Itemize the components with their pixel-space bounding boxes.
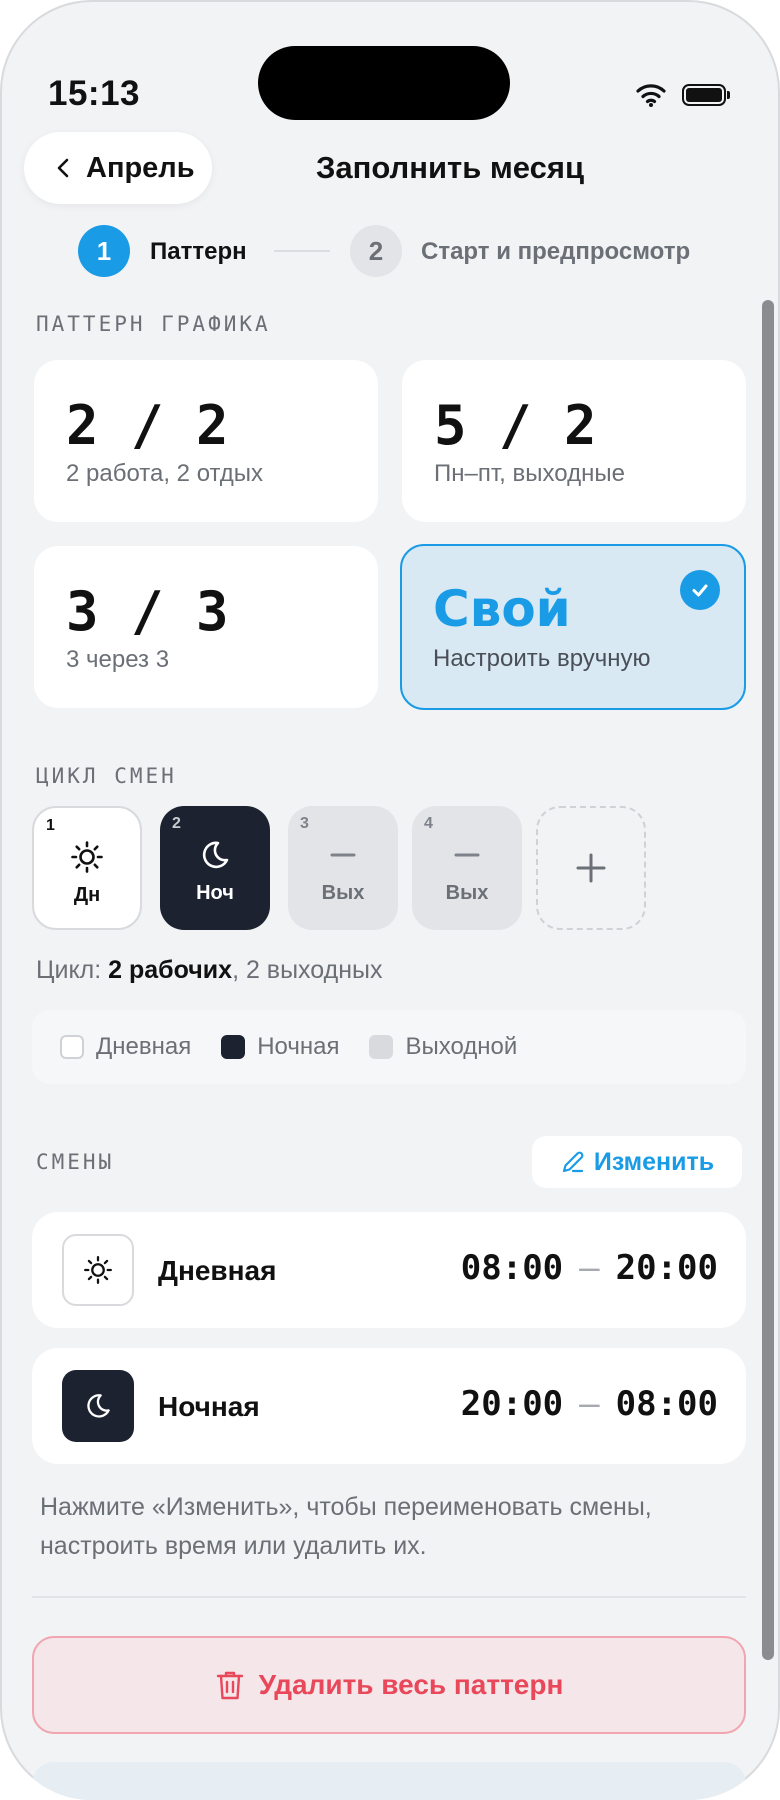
cycle-tile-3[interactable]: 3 Вых (288, 806, 398, 930)
pattern-card-title: Свой (433, 580, 571, 638)
moon-icon (62, 1370, 134, 1442)
shifts-section-label: СМЕНЫ (36, 1150, 115, 1174)
trash-icon (216, 1671, 243, 1700)
legend-label: Выходной (405, 1033, 518, 1060)
step-connector (274, 250, 330, 252)
scrollbar[interactable] (762, 300, 774, 1660)
shift-start: 20:00 (460, 1384, 564, 1424)
shift-row-day[interactable]: Дневная 08:00 — 20:00 (32, 1212, 746, 1328)
shift-name: Дневная (158, 1255, 277, 1286)
shift-time-dash: — (579, 1248, 600, 1288)
legend-swatch-day (60, 1035, 84, 1059)
wifi-icon (636, 84, 666, 107)
step-2-indicator[interactable]: 2 (350, 225, 402, 277)
pattern-card-2-2[interactable]: 2 / 2 2 работа, 2 отдых (34, 360, 378, 522)
shift-end: 20:00 (615, 1248, 718, 1288)
tile-label: Ноч (196, 882, 234, 904)
tile-number: 2 (172, 815, 181, 832)
tile-label: Вых (321, 882, 365, 904)
checkmark-icon (680, 570, 720, 610)
step-1-label[interactable]: Паттерн (150, 238, 247, 266)
edit-shifts-button[interactable]: Изменить (532, 1136, 742, 1188)
pattern-card-subtitle: Пн–пт, выходные (434, 460, 625, 487)
status-time: 15:13 (48, 74, 141, 113)
pattern-card-3-3[interactable]: 3 / 3 3 через 3 (34, 546, 378, 708)
legend-label: Ночная (257, 1033, 340, 1060)
legend-swatch-off (369, 1035, 394, 1059)
pattern-card-subtitle: Настроить вручную (433, 645, 651, 672)
cycle-summary-prefix: Цикл: (36, 956, 109, 984)
tile-label: Вых (445, 882, 489, 904)
tile-label: Дн (73, 884, 101, 906)
step-2-label[interactable]: Старт и предпросмотр (421, 238, 690, 266)
tile-number: 4 (424, 815, 433, 832)
cycle-tile-2[interactable]: 2 Ноч (160, 806, 270, 930)
cycle-section-label: ЦИКЛ СМЕН (36, 764, 177, 788)
shift-name: Ночная (158, 1391, 260, 1422)
pattern-card-title: 3 / 3 (66, 580, 229, 643)
back-button[interactable]: Апрель (24, 132, 212, 204)
sun-icon (62, 1234, 134, 1306)
tile-number: 1 (46, 817, 55, 834)
add-cycle-tile-button[interactable] (536, 806, 646, 930)
minus-icon (412, 838, 522, 874)
delete-pattern-button[interactable]: Удалить весь паттерн (32, 1636, 746, 1734)
pattern-card-title: 5 / 2 (434, 394, 597, 457)
shift-row-night[interactable]: Ночная 20:00 — 08:00 (32, 1348, 746, 1464)
legend-item-off: Выходной (369, 1033, 517, 1061)
pattern-card-5-2[interactable]: 5 / 2 Пн–пт, выходные (402, 360, 746, 522)
back-button-label: Апрель (86, 151, 195, 184)
pattern-card-subtitle: 3 через 3 (66, 646, 170, 673)
plus-icon (576, 853, 606, 883)
pattern-card-title: 2 / 2 (66, 394, 229, 457)
dynamic-island (258, 46, 510, 120)
cycle-summary: Цикл: 2 рабочих, 2 выходных (36, 956, 383, 985)
shift-start: 08:00 (460, 1248, 564, 1288)
sun-icon (34, 840, 140, 876)
cycle-summary-rest: , 2 выходных (232, 956, 383, 984)
delete-pattern-label: Удалить весь паттерн (258, 1669, 564, 1700)
minus-icon (288, 838, 398, 874)
cycle-summary-work: 2 рабочих (108, 956, 233, 984)
battery-icon (682, 84, 726, 106)
shifts-hint: Нажмите «Изменить», чтобы переименовать … (40, 1493, 652, 1560)
shift-time-range: 20:00 — 08:00 (461, 1384, 718, 1424)
battery-tip (727, 91, 730, 99)
cycle-tile-4[interactable]: 4 Вых (412, 806, 522, 930)
next-card-peek (32, 1762, 746, 1800)
chevron-left-icon (57, 158, 69, 178)
legend-item-day: Дневная (60, 1033, 191, 1061)
shift-end: 08:00 (615, 1384, 718, 1424)
edit-shifts-label: Изменить (593, 1147, 715, 1176)
pattern-card-subtitle: 2 работа, 2 отдых (66, 460, 263, 487)
tile-number: 3 (300, 815, 309, 832)
legend-label: Дневная (96, 1033, 192, 1060)
divider (32, 1596, 746, 1598)
pencil-icon (562, 1151, 584, 1173)
step-1-indicator[interactable]: 1 (78, 225, 130, 277)
page-title: Заполнить месяц (315, 150, 585, 185)
cycle-tile-1[interactable]: 1 Дн (32, 806, 142, 930)
pattern-card-custom[interactable]: Свой Настроить вручную (400, 544, 746, 710)
shift-legend: Дневная Ночная Выходной (32, 1010, 746, 1084)
shift-time-dash: — (579, 1384, 600, 1424)
pattern-section-label: ПАТТЕРН ГРАФИКА (36, 312, 271, 336)
moon-icon (160, 838, 270, 874)
shift-time-range: 08:00 — 20:00 (461, 1248, 718, 1288)
phone-screen: 15:13 Апрель Заполнить месяц 1 Паттерн 2… (0, 0, 780, 1800)
legend-item-night: Ночная (221, 1033, 339, 1061)
legend-swatch-night (221, 1035, 246, 1059)
